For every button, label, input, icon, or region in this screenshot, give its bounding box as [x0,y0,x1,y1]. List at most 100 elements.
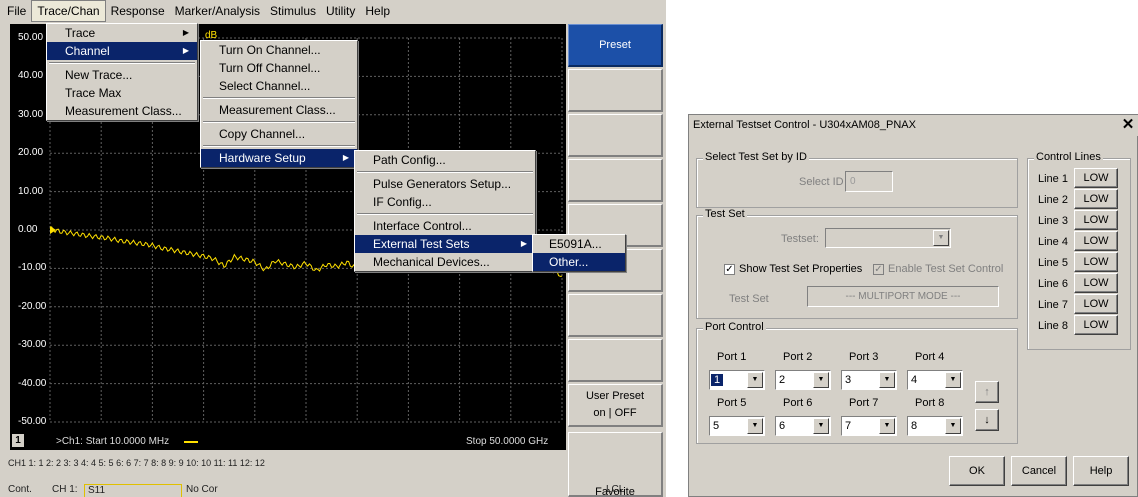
line-1-button[interactable]: LOW [1074,168,1118,188]
chevron-down-icon: ▼ [945,372,961,388]
menu-item-e5091a[interactable]: E5091A... [533,235,625,253]
status-correction: No Cor [186,484,218,495]
port-4-select[interactable]: 4 ▼ [907,370,963,390]
chevron-down-icon: ▼ [747,418,763,434]
softkey-blank-2[interactable] [568,114,663,157]
line-2-button[interactable]: LOW [1074,189,1118,209]
menu-item-turn-off-channel[interactable]: Turn Off Channel... [201,59,357,77]
arrow-down-icon[interactable]: ↓ [975,409,999,431]
menu-item-hardware-setup[interactable]: Hardware Setup ▶ [201,149,357,167]
port-6-select[interactable]: 6 ▼ [775,416,831,436]
test-set-title: Test Set [703,208,747,220]
close-icon[interactable]: ✕ [1120,116,1136,134]
menu-item-external-test-sets[interactable]: External Test Sets ▶ [355,235,535,253]
help-button[interactable]: Help [1073,456,1129,486]
submenu-arrow-icon: ▶ [520,239,527,248]
menu-marker-analysis[interactable]: Marker/Analysis [170,1,265,21]
channel-submenu: Turn On Channel... Turn Off Channel... S… [200,40,358,168]
line-5-button[interactable]: LOW [1074,252,1118,272]
control-lines-title: Control Lines [1034,151,1103,163]
external-test-sets-submenu: E5091A... Other... [532,234,626,272]
menu-item-measurement-class[interactable]: Measurement Class... [47,102,197,120]
port-7-value: 7 [845,420,852,432]
port-2-select[interactable]: 2 ▼ [775,370,831,390]
softkey-user-preset-label: User Preset [585,390,645,402]
testset-field-label: Test Set [729,293,769,305]
chevron-down-icon: ▼ [813,372,829,388]
select-by-id-title: Select Test Set by ID [703,151,809,163]
menu-item-trace-max[interactable]: Trace Max [47,84,197,102]
select-id-input[interactable]: 0 [845,171,893,192]
line-4-button[interactable]: LOW [1074,231,1118,251]
menu-response[interactable]: Response [106,1,170,21]
port-1-select[interactable]: 1 ▼ [709,370,765,390]
port-8-select[interactable]: 8 ▼ [907,416,963,436]
channel-number-box[interactable]: 1 [12,434,24,447]
line-6-button[interactable]: LOW [1074,273,1118,293]
softkey-preset[interactable]: Preset [568,24,663,67]
softkey-blank-3[interactable] [568,159,663,202]
enable-control-checkbox[interactable]: ✓ [873,264,884,275]
menu-file[interactable]: File [2,1,31,21]
show-properties-checkbox[interactable]: ✓ [724,264,735,275]
softkey-blank-1[interactable] [568,69,663,112]
port-7-select[interactable]: 7 ▼ [841,416,897,436]
port-6-label: Port 6 [783,397,813,409]
menu-item-new-trace[interactable]: New Trace... [47,66,197,84]
y-tick-label: 40.00 [18,70,44,82]
line-2-label: Line 2 [1038,194,1068,206]
port-4-label: Port 4 [915,351,945,363]
menu-item-other[interactable]: Other... [533,253,625,271]
menu-item-if-config[interactable]: IF Config... [355,193,535,211]
port-3-select[interactable]: 3 ▼ [841,370,897,390]
softkey-blank-7[interactable] [568,339,663,382]
menu-help[interactable]: Help [360,1,395,21]
line-5-label: Line 5 [1038,257,1068,269]
test-set-group: Test Set Testset: ▼ ✓ Show Test Set Prop… [696,208,1018,319]
submenu-arrow-icon: ▶ [182,46,189,55]
menu-item-channel[interactable]: Channel ▶ [47,42,197,60]
arrow-up-icon[interactable]: ↑ [975,381,999,403]
cancel-button[interactable]: Cancel [1011,456,1067,486]
menu-item-external-test-sets-label: External Test Sets [373,237,470,251]
menu-bar: File Trace/Chan Response Marker/Analysis… [0,0,666,22]
menu-trace-chan[interactable]: Trace/Chan [31,0,106,22]
menu-item-turn-on-channel[interactable]: Turn On Channel... [201,41,357,59]
control-lines-group: Control Lines Line 1 LOW Line 2 LOW Line… [1027,151,1131,350]
submenu-arrow-icon: ▶ [342,153,349,162]
menu-utility[interactable]: Utility [321,1,360,21]
plot-footer: 1 >Ch1: Start 10.0000 MHz Stop 50.0000 G… [10,431,566,450]
y-tick-label: -30.00 [18,339,47,351]
line-7-button[interactable]: LOW [1074,294,1118,314]
start-frequency: >Ch1: Start 10.0000 MHz [56,436,170,447]
menu-item-channel-measurement-class[interactable]: Measurement Class... [201,101,357,119]
menu-item-mechanical-devices[interactable]: Mechanical Devices... [355,253,535,271]
softkey-user-preset[interactable]: User Preset on | OFF [568,384,663,427]
port-2-value: 2 [779,374,786,386]
menu-stimulus[interactable]: Stimulus [265,1,321,21]
menu-item-pulse-generators[interactable]: Pulse Generators Setup... [355,175,535,193]
menu-item-path-config[interactable]: Path Config... [355,151,535,169]
port-5-value: 5 [713,420,720,432]
softkey-blank-6[interactable] [568,294,663,337]
enable-control-label: Enable Test Set Control [888,263,1004,275]
ok-button[interactable]: OK [949,456,1005,486]
menu-item-trace[interactable]: Trace ▶ [47,24,197,42]
y-tick-label: 0.00 [18,224,38,235]
channel-tabs[interactable]: CH1 1: 1 2: 2 3: 3 4: 4 5: 5 6: 6 7: 7 8… [8,458,265,468]
port-5-select[interactable]: 5 ▼ [709,416,765,436]
testset-select[interactable]: ▼ [825,228,951,248]
menu-item-select-channel[interactable]: Select Channel... [201,77,357,95]
status-channel: CH 1: [52,484,78,495]
y-tick-label: 10.00 [18,185,44,197]
show-properties-label: Show Test Set Properties [739,263,863,275]
port-3-label: Port 3 [849,351,879,363]
port-1-value: 1 [711,374,724,386]
status-parameter[interactable]: S11 [84,484,182,497]
line-8-button[interactable]: LOW [1074,315,1118,335]
port-1-label: Port 1 [717,351,747,363]
line-3-button[interactable]: LOW [1074,210,1118,230]
menu-item-copy-channel[interactable]: Copy Channel... [201,125,357,143]
menu-item-interface-control[interactable]: Interface Control... [355,217,535,235]
line-6-label: Line 6 [1038,278,1068,290]
